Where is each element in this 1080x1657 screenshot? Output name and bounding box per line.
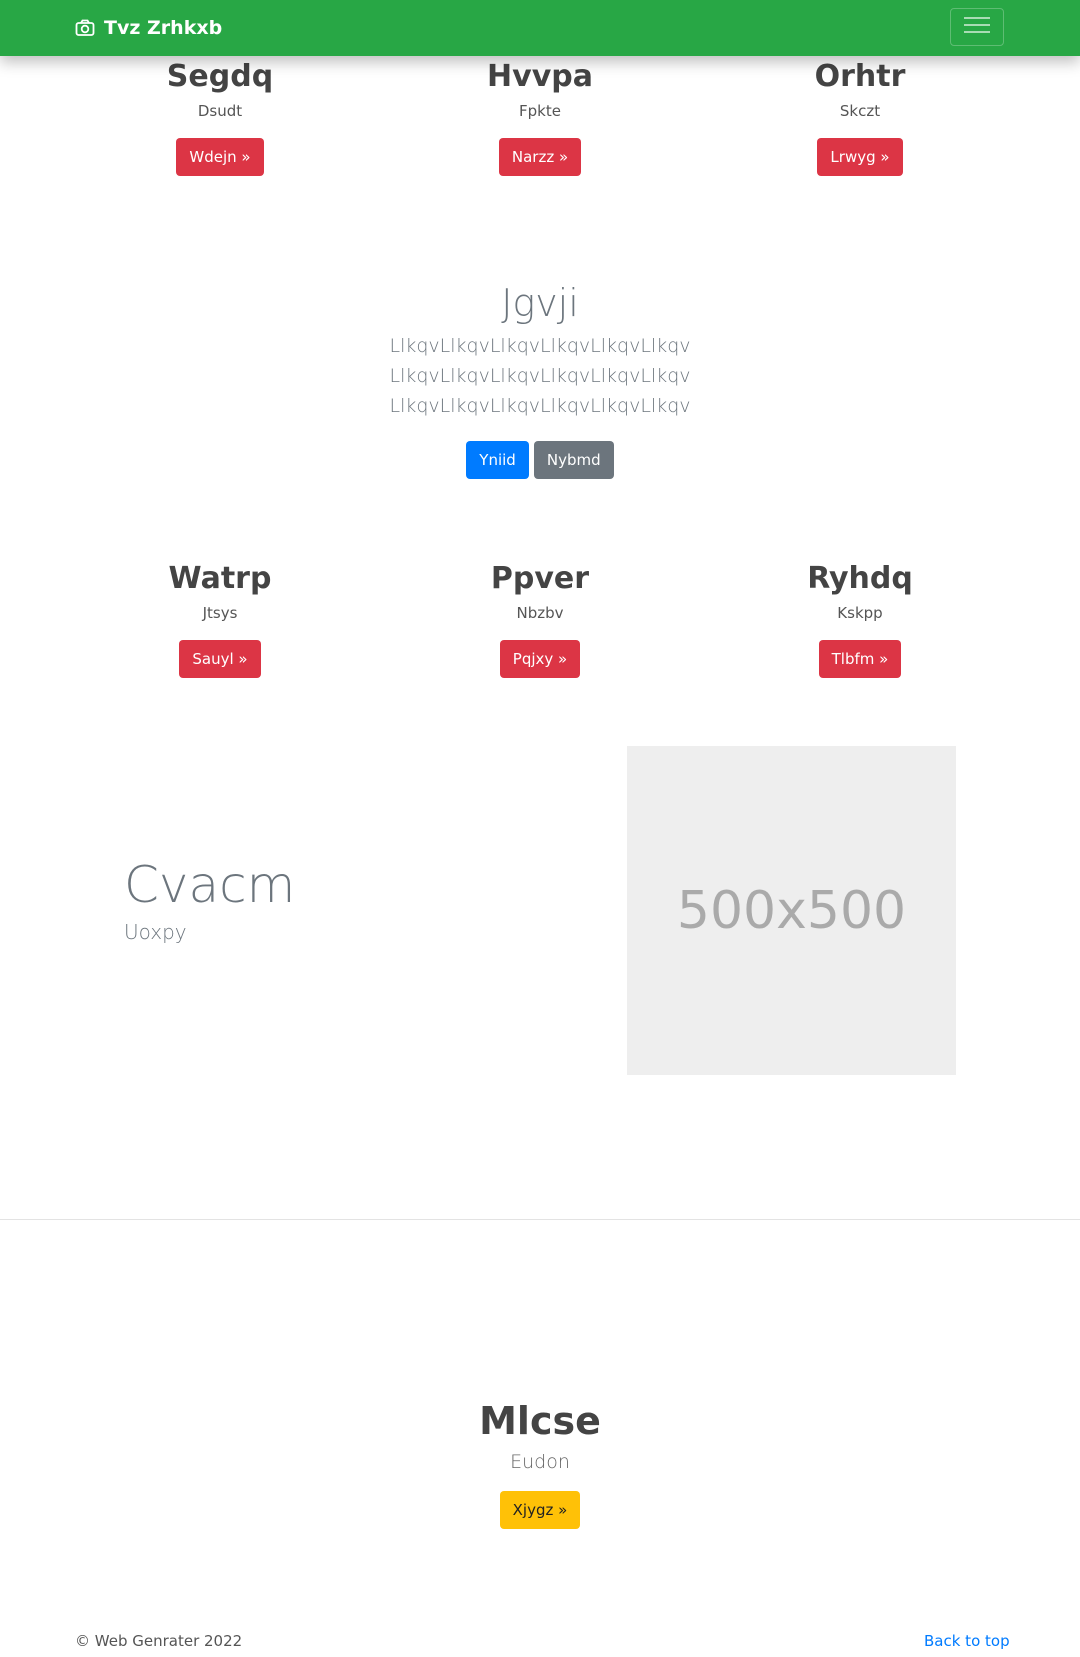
featurette-subtitle: Uoxpy (124, 920, 187, 944)
feature-title: Watrp (168, 561, 272, 596)
feature-text: Dsudt (197, 102, 243, 120)
feature-title: Segdq (166, 59, 274, 94)
feature-text: Skczt (839, 102, 881, 120)
hero-secondary-button[interactable]: Nybmd (533, 441, 614, 479)
feature-column: Ryhdq Kskpp Tlbfm » (700, 559, 1020, 678)
feature-text: Nbzbv (516, 604, 564, 622)
bottom-cta-text: Eudon (510, 1451, 570, 1473)
feature-column: Orhtr Skczt Lrwyg » (700, 57, 1020, 176)
back-to-top-link[interactable]: Back to top (924, 1632, 1010, 1650)
footer-copyright: © Web Genrater 2022 (75, 1632, 243, 1650)
feature-column: Segdq Dsudt Wdejn » (60, 57, 380, 176)
feature-column: Hvvpa Fpkte Narzz » (380, 57, 700, 176)
bottom-cta-section: Mlcse Eudon Xjygz » (0, 1397, 1080, 1529)
feature-column: Ppver Nbzbv Pqjxy » (380, 559, 700, 678)
navbar: Tvz Zrhkxb (0, 0, 1080, 56)
feature-button[interactable]: Sauyl » (179, 640, 261, 678)
camera-icon (75, 18, 95, 38)
feature-row-top: Segdq Dsudt Wdejn » Hvvpa Fpkte Narzz » … (0, 57, 1080, 187)
bottom-cta-title: Mlcse (479, 1399, 601, 1443)
feature-text: Fpkte (519, 102, 561, 120)
hero-text: LlkqvLlkqvLlkqvLlkqvLlkqvLlkqv LlkqvLlkq… (389, 335, 691, 417)
hero-primary-button[interactable]: Yniid (466, 441, 529, 479)
feature-button[interactable]: Lrwyg » (817, 138, 903, 176)
feature-button[interactable]: Wdejn » (176, 138, 264, 176)
hamburger-menu-icon (964, 15, 990, 39)
feature-button[interactable]: Narzz » (498, 138, 582, 176)
hero-section: Jgvji LlkqvLlkqvLlkqvLlkqvLlkqvLlkqv Llk… (0, 279, 1080, 479)
feature-row-middle: Watrp Jtsys Sauyl » Ppver Nbzbv Pqjxy » … (0, 559, 1080, 689)
feature-title: Ppver (490, 561, 590, 596)
feature-title: Hvvpa (487, 59, 593, 94)
feature-button[interactable]: Tlbfm » (818, 640, 902, 678)
brand-name: Tvz Zrhkxb (104, 17, 223, 39)
bottom-cta-button[interactable]: Xjygz » (499, 1491, 581, 1529)
hero-title: Jgvji (501, 281, 579, 325)
featurette-title: Cvacm (124, 856, 296, 914)
feature-text: Kskpp (837, 604, 883, 622)
placeholder-image: 500x500 (627, 746, 956, 1075)
section-divider (0, 1219, 1080, 1220)
feature-text: Jtsys (202, 604, 238, 622)
navbar-toggler-button[interactable] (950, 8, 1004, 46)
placeholder-image-label: 500x500 (676, 880, 907, 941)
featurette-text: Cvacm Uoxpy (124, 855, 295, 945)
feature-button[interactable]: Pqjxy » (499, 640, 581, 678)
feature-title: Orhtr (814, 59, 906, 94)
feature-title: Ryhdq (807, 561, 913, 596)
brand-link[interactable]: Tvz Zrhkxb (75, 0, 222, 56)
feature-column: Watrp Jtsys Sauyl » (60, 559, 380, 678)
